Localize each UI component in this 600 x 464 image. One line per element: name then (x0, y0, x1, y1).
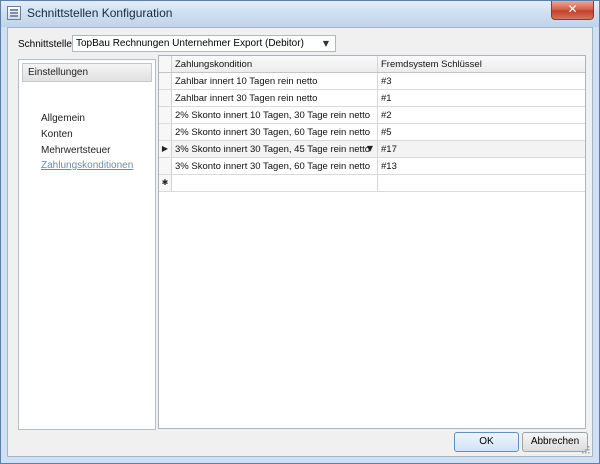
key-cell[interactable]: #5 (378, 124, 585, 140)
sidebar-header[interactable]: Einstellungen (22, 63, 152, 82)
row-indicator[interactable]: ▶ (159, 141, 172, 157)
column-header-zahlungskondition[interactable]: Zahlungskondition (172, 56, 378, 72)
table-row-new[interactable]: ✱ (159, 175, 585, 192)
interface-label: Schnittstelle (18, 39, 72, 50)
sidebar-item-allgemein[interactable]: Allgemein (41, 113, 85, 124)
grid-header-row: Zahlungskondition Fremdsystem Schlüssel (159, 56, 585, 73)
condition-cell-editing[interactable]: 3% Skonto innert 30 Tagen, 45 Tage rein … (172, 141, 378, 157)
ok-button[interactable]: OK (454, 432, 519, 452)
chevron-down-icon[interactable]: ▼ (320, 36, 332, 51)
dropdown-arrow-icon[interactable]: ▼ (367, 141, 373, 157)
title-bar[interactable]: Schnittstellen Konfiguration ✕ (1, 1, 599, 27)
table-row-current[interactable]: ▶ 3% Skonto innert 30 Tagen, 45 Tage rei… (159, 141, 585, 158)
cancel-button[interactable]: Abbrechen (522, 432, 588, 452)
row-indicator[interactable]: ✱ (159, 175, 172, 191)
table-row[interactable]: Zahlbar innert 30 Tagen rein netto #1 (159, 90, 585, 107)
resize-grip-icon[interactable] (582, 446, 590, 454)
window-app-icon (7, 6, 21, 20)
interface-selected-value: TopBau Rechnungen Unternehmer Export (De… (76, 38, 304, 49)
payment-conditions-grid: Zahlungskondition Fremdsystem Schlüssel … (158, 55, 586, 429)
condition-cell-new[interactable] (172, 175, 378, 191)
key-cell[interactable]: #1 (378, 90, 585, 106)
row-indicator[interactable] (159, 73, 172, 89)
table-row[interactable]: 2% Skonto innert 10 Tagen, 30 Tage rein … (159, 107, 585, 124)
key-cell[interactable]: #17 (378, 141, 585, 157)
close-button[interactable]: ✕ (551, 1, 594, 20)
key-cell[interactable]: #2 (378, 107, 585, 123)
column-header-fremdsystem-schluessel[interactable]: Fremdsystem Schlüssel (378, 56, 585, 72)
dialog-window: Schnittstellen Konfiguration ✕ Schnittst… (0, 0, 600, 464)
key-cell[interactable]: #3 (378, 73, 585, 89)
row-indicator[interactable] (159, 158, 172, 174)
table-row[interactable]: 3% Skonto innert 30 Tagen, 60 Tage rein … (159, 158, 585, 175)
row-indicator[interactable] (159, 90, 172, 106)
key-cell-new[interactable] (378, 175, 585, 191)
new-row-asterisk-icon: ✱ (161, 178, 169, 187)
row-indicator-header (159, 56, 172, 72)
interface-combobox[interactable]: TopBau Rechnungen Unternehmer Export (De… (72, 35, 336, 52)
condition-cell[interactable]: 2% Skonto innert 30 Tagen, 60 Tage rein … (172, 124, 378, 140)
table-row[interactable]: 2% Skonto innert 30 Tagen, 60 Tage rein … (159, 124, 585, 141)
row-indicator[interactable] (159, 107, 172, 123)
sidebar-item-zahlungskonditionen[interactable]: Zahlungskonditionen (41, 160, 133, 171)
window-title: Schnittstellen Konfiguration (27, 6, 173, 20)
current-row-arrow-icon: ▶ (161, 144, 169, 153)
row-indicator[interactable] (159, 124, 172, 140)
condition-cell[interactable]: 3% Skonto innert 30 Tagen, 60 Tage rein … (172, 158, 378, 174)
condition-cell[interactable]: Zahlbar innert 10 Tagen rein netto (172, 73, 378, 89)
settings-sidebar: Einstellungen Allgemein Konten Mehrwerts… (18, 59, 156, 430)
condition-cell[interactable]: Zahlbar innert 30 Tagen rein netto (172, 90, 378, 106)
condition-cell[interactable]: 2% Skonto innert 10 Tagen, 30 Tage rein … (172, 107, 378, 123)
sidebar-item-mehrwertsteuer[interactable]: Mehrwertsteuer (41, 145, 110, 156)
close-icon: ✕ (567, 2, 578, 16)
sidebar-header-label: Einstellungen (28, 67, 89, 78)
dialog-client-area: Schnittstelle TopBau Rechnungen Unterneh… (7, 27, 593, 457)
table-row[interactable]: Zahlbar innert 10 Tagen rein netto #3 (159, 73, 585, 90)
sidebar-item-konten[interactable]: Konten (41, 129, 73, 140)
key-cell[interactable]: #13 (378, 158, 585, 174)
